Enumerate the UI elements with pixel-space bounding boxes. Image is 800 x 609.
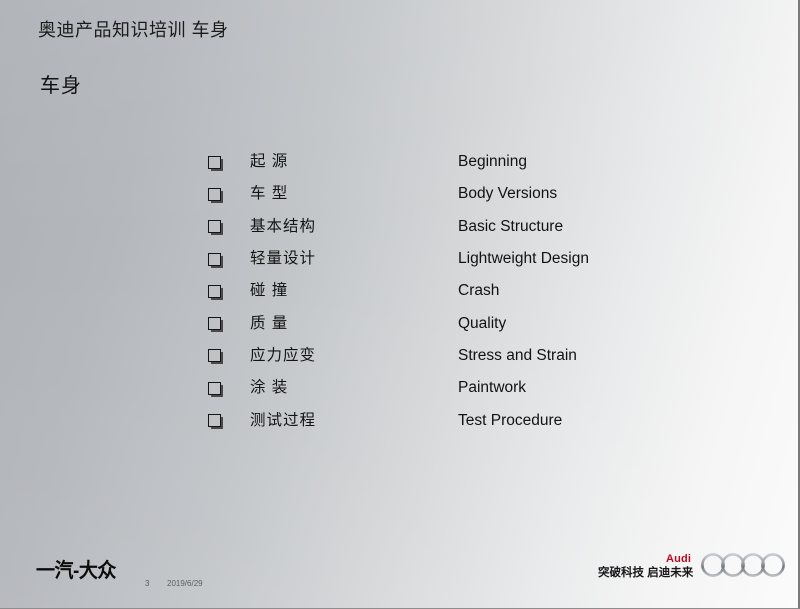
list-item-label-en: Quality (458, 314, 507, 332)
hollow-square-bullet-icon (208, 349, 221, 363)
slide-header-title: 奥迪产品知识培训 车身 (38, 20, 229, 40)
hollow-square-bullet-icon (208, 414, 221, 428)
hollow-square-bullet-icon (208, 155, 221, 169)
audi-brand-text: Audi 突破科技 启迪未来 (598, 552, 694, 580)
list-item[interactable]: 质 量 Quality (208, 307, 638, 339)
list-item[interactable]: 车 型 Body Versions (208, 178, 638, 210)
list-item-label-en: Test Procedure (458, 411, 563, 429)
list-item-label-cn: 质 量 (250, 314, 289, 332)
audi-wordmark: Audi (665, 552, 692, 565)
hollow-square-bullet-icon (208, 220, 221, 234)
list-item-label-cn: 应力应变 (250, 346, 317, 364)
list-item[interactable]: 涂 装 Paintwork (208, 372, 638, 404)
slide-number: 3 (145, 579, 150, 588)
list-item[interactable]: 应力应变 Stress and Strain (208, 340, 638, 372)
list-item-label-cn: 测试过程 (250, 411, 317, 429)
list-item-label-en: Paintwork (458, 379, 527, 397)
list-item-label-cn: 车 型 (250, 185, 289, 203)
list-item[interactable]: 测试过程 Test Procedure (208, 404, 638, 436)
list-item-label-cn: 基本结构 (250, 217, 317, 235)
slide-date: 2019/6/29 (167, 579, 203, 588)
list-item-label-cn: 涂 装 (250, 379, 289, 397)
presentation-slide: 奥迪产品知识培训 车身 车身 起 源 Beginning 车 型 Body Ve… (0, 0, 800, 609)
hollow-square-bullet-icon (208, 187, 221, 201)
hollow-square-bullet-icon (208, 317, 221, 331)
list-item-label-cn: 碰 撞 (250, 282, 289, 300)
list-item-label-cn: 轻量设计 (250, 250, 317, 268)
audi-four-rings-icon (701, 553, 786, 577)
list-item[interactable]: 轻量设计 Lightweight Design (208, 243, 638, 275)
list-item[interactable]: 碰 撞 Crash (208, 275, 638, 307)
hollow-square-bullet-icon (208, 381, 221, 395)
audi-brand-block: Audi 突破科技 启迪未来 (598, 552, 792, 579)
faw-volkswagen-logo: 一汽-大众 (36, 560, 116, 583)
list-item-label-en: Body Versions (458, 185, 558, 203)
list-item[interactable]: 起 源 Beginning (208, 146, 638, 178)
list-item-label-cn: 起 源 (250, 153, 289, 171)
list-item-label-en: Lightweight Design (458, 250, 589, 268)
hollow-square-bullet-icon (208, 252, 221, 266)
audi-slogan: 突破科技 启迪未来 (598, 566, 694, 579)
agenda-list: 起 源 Beginning 车 型 Body Versions 基本结构 Bas… (208, 146, 638, 437)
list-item-label-en: Beginning (458, 153, 527, 171)
list-item-label-en: Stress and Strain (458, 346, 577, 364)
list-item-label-en: Crash (458, 282, 500, 300)
slide-subtitle: 车身 (40, 75, 82, 97)
hollow-square-bullet-icon (208, 284, 221, 298)
list-item[interactable]: 基本结构 Basic Structure (208, 211, 638, 243)
list-item-label-en: Basic Structure (458, 217, 564, 235)
